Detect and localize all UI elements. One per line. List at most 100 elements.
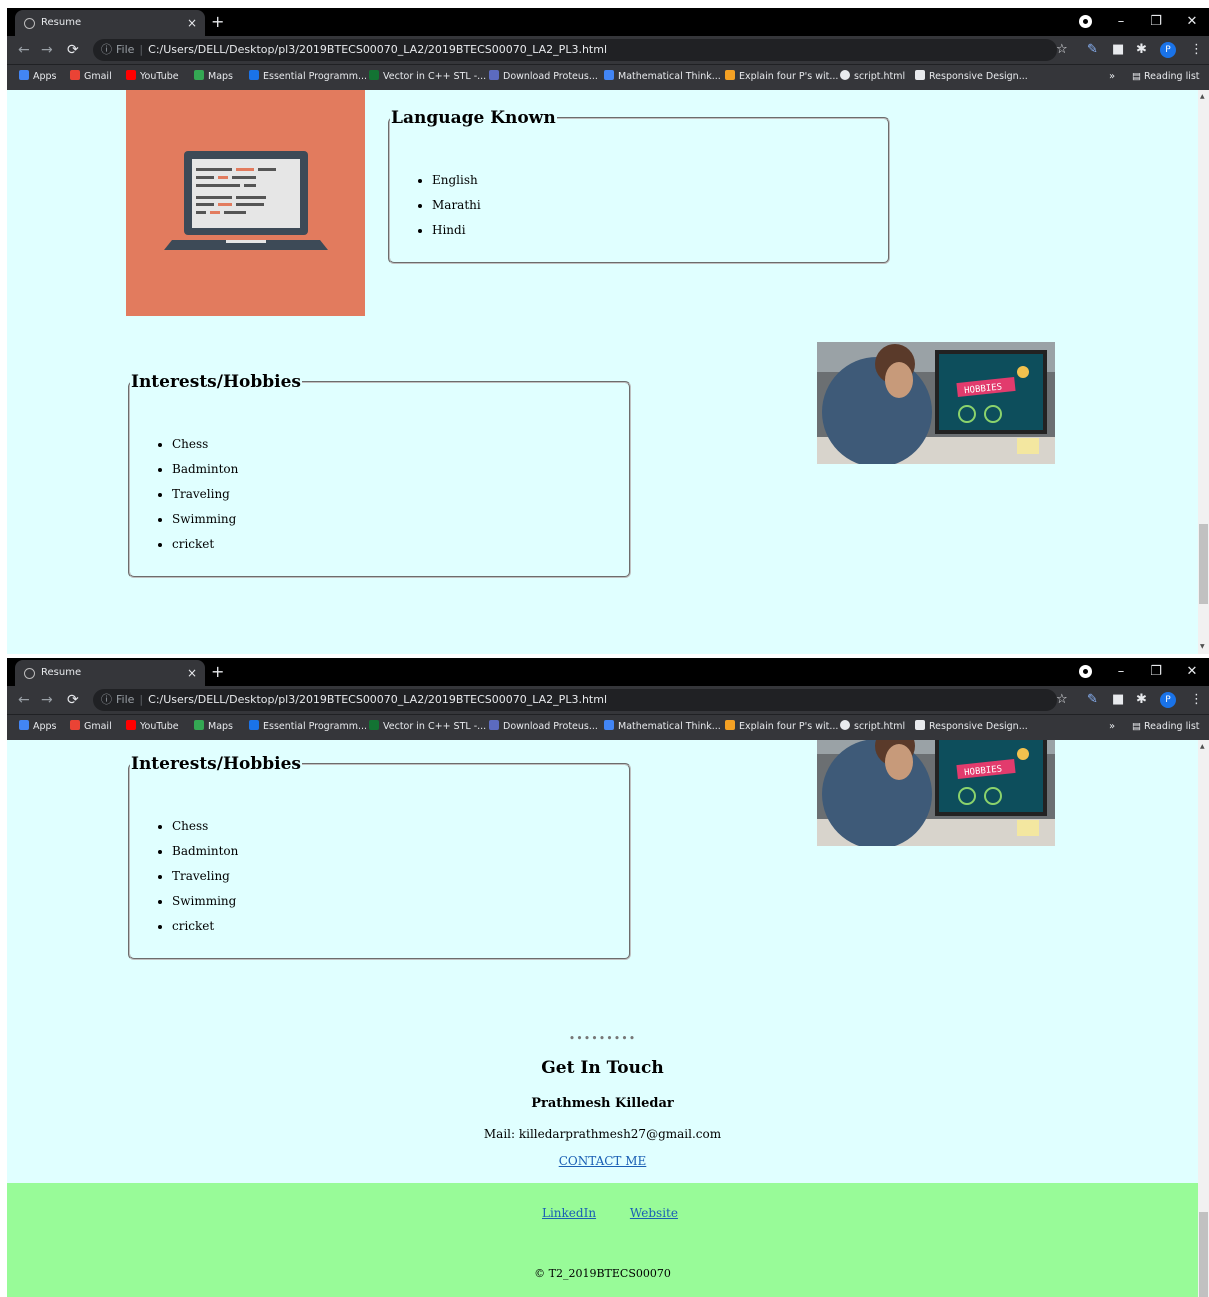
tab-close-icon[interactable]: × (187, 10, 197, 36)
bookmark-mathematical[interactable]: Mathematical Think... (604, 65, 721, 89)
bookmark-essential[interactable]: Essential Programm... (249, 65, 367, 89)
maps-icon (194, 70, 204, 80)
page-viewport: Interests/Hobbies Chess Badminton Travel… (7, 740, 1198, 1297)
hobbies-fieldset: Interests/Hobbies Chess Badminton Travel… (128, 372, 631, 578)
gmail-icon (70, 70, 80, 80)
minimize-button[interactable]: – (1104, 8, 1138, 36)
bookmarks-more-icon[interactable]: » (1109, 65, 1115, 89)
browser-chrome: Resume × + – ❐ ✕ ← → ⟳ ⓘ File | C:/Users/DE… (7, 8, 1209, 90)
reading-list-button[interactable]: ▤ Reading list (1132, 715, 1200, 739)
scrollbar[interactable]: ▲ ▼ (1198, 90, 1209, 654)
back-icon[interactable]: ← (18, 36, 30, 64)
apps-grid-icon (19, 720, 29, 730)
contact-me-link[interactable]: CONTACT ME (559, 1154, 647, 1168)
extension-square-icon[interactable]: ■ (1112, 36, 1124, 64)
bookmark-youtube[interactable]: YouTube (126, 65, 179, 89)
copyright-text: © T2_2019BTECS00070 (534, 1267, 671, 1280)
hobbies-legend: Interests/Hobbies (131, 372, 301, 392)
menu-kebab-icon[interactable]: ⋮ (1190, 686, 1203, 714)
bookmark-youtube[interactable]: YouTube (126, 715, 179, 739)
profile-indicator-icon[interactable] (1079, 665, 1092, 678)
scroll-down-icon[interactable]: ▼ (1200, 643, 1205, 650)
reload-icon[interactable]: ⟳ (67, 686, 79, 714)
star-icon[interactable]: ☆ (1056, 686, 1068, 714)
extension-square-icon[interactable]: ■ (1112, 686, 1124, 714)
bookmark-responsive[interactable]: Responsive Design... (915, 65, 1028, 89)
tab-close-icon[interactable]: × (187, 660, 197, 686)
reading-list-button[interactable]: ▤ Reading list (1132, 65, 1200, 89)
linkedin-link[interactable]: LinkedIn (542, 1206, 596, 1220)
list-item: Badminton (172, 839, 629, 864)
puzzle-icon[interactable]: ✱ (1136, 36, 1147, 64)
reload-icon[interactable]: ⟳ (67, 36, 79, 64)
minimize-button[interactable]: – (1104, 658, 1138, 686)
list-item: Chess (172, 814, 629, 839)
bookmark-gmail[interactable]: Gmail (70, 65, 112, 89)
toolbar: ← → ⟳ ⓘ File | C:/Users/DELL/Desktop/pl3/20… (7, 686, 1209, 714)
scroll-up-icon[interactable]: ▲ (1200, 93, 1205, 100)
bookmark-explain[interactable]: Explain four P's wit... (725, 715, 838, 739)
avatar[interactable]: P (1160, 42, 1176, 58)
bookmark-vector[interactable]: Vector in C++ STL -... (369, 65, 486, 89)
bookmark-proteus[interactable]: Download Proteus... (489, 65, 598, 89)
bookmark-essential[interactable]: Essential Programm... (249, 715, 367, 739)
footer-bar: LinkedIn Website © T2_2019BTECS00070 (7, 1183, 1198, 1297)
avatar[interactable]: P (1160, 692, 1176, 708)
bookmarks-more-icon[interactable]: » (1109, 715, 1115, 739)
info-icon[interactable]: ⓘ (101, 43, 112, 56)
close-window-button[interactable]: ✕ (1175, 658, 1209, 686)
hobbies-list: Chess Badminton Traveling Swimming crick… (130, 814, 629, 939)
profile-indicator-icon[interactable] (1079, 15, 1092, 28)
tab-title: Resume (41, 667, 82, 678)
star-icon[interactable]: ☆ (1056, 36, 1068, 64)
bookmark-maps[interactable]: Maps (194, 65, 233, 89)
bookmark-explain[interactable]: Explain four P's wit... (725, 65, 838, 89)
pen-extension-icon[interactable]: ✎ (1087, 686, 1098, 714)
address-bar[interactable]: ⓘ File | C:/Users/DELL/Desktop/pl3/2019BTEC… (93, 39, 1057, 61)
puzzle-icon[interactable]: ✱ (1136, 686, 1147, 714)
bookmark-apps[interactable]: Apps (19, 715, 57, 739)
scrollbar-thumb[interactable] (1199, 1212, 1208, 1297)
address-bar[interactable]: ⓘ File | C:/Users/DELL/Desktop/pl3/2019BTEC… (93, 689, 1057, 711)
hobbies-photo: HOBBIES (817, 740, 1055, 846)
website-link[interactable]: Website (630, 1206, 678, 1220)
question-icon (725, 720, 735, 730)
bookmark-gmail[interactable]: Gmail (70, 715, 112, 739)
hobbies-list: Chess Badminton Traveling Swimming crick… (130, 432, 629, 557)
restore-button[interactable]: ❐ (1139, 8, 1173, 36)
contact-mail: Mail: killedarprathmesh27@gmail.com (483, 1127, 722, 1141)
laptop-image (126, 90, 365, 316)
bookmark-script[interactable]: script.html (840, 65, 905, 89)
forward-icon[interactable]: → (41, 686, 53, 714)
tab-resume[interactable]: Resume × (15, 10, 205, 36)
bookmark-proteus[interactable]: Download Proteus... (489, 715, 598, 739)
list-item: Marathi (432, 193, 888, 218)
forward-icon[interactable]: → (41, 36, 53, 64)
bookmark-script[interactable]: script.html (840, 715, 905, 739)
scrollbar-thumb[interactable] (1199, 524, 1208, 604)
page-viewport: Language Known English Marathi Hindi Int… (7, 90, 1198, 654)
info-icon[interactable]: ⓘ (101, 693, 112, 706)
bookmark-apps[interactable]: Apps (19, 65, 57, 89)
restore-button[interactable]: ❐ (1139, 658, 1173, 686)
bookmark-mathematical[interactable]: Mathematical Think... (604, 715, 721, 739)
new-tab-button[interactable]: + (211, 660, 224, 684)
scroll-up-icon[interactable]: ▲ (1200, 743, 1205, 750)
tab-strip: Resume × + – ❐ ✕ (7, 658, 1209, 686)
dot-divider: ••••••••• (568, 1032, 637, 1045)
list-item: Swimming (172, 507, 629, 532)
new-tab-button[interactable]: + (211, 10, 224, 34)
bookmark-responsive[interactable]: Responsive Design... (915, 715, 1028, 739)
close-window-button[interactable]: ✕ (1175, 8, 1209, 36)
pen-extension-icon[interactable]: ✎ (1087, 36, 1098, 64)
list-item: Traveling (172, 864, 629, 889)
menu-kebab-icon[interactable]: ⋮ (1190, 36, 1203, 64)
bookmark-vector[interactable]: Vector in C++ STL -... (369, 715, 486, 739)
bookmark-maps[interactable]: Maps (194, 715, 233, 739)
scrollbar[interactable]: ▲ (1198, 740, 1209, 1297)
tab-resume[interactable]: Resume × (15, 660, 205, 686)
browser-chrome: Resume × + – ❐ ✕ ← → ⟳ ⓘ File | C:/Users/DE… (7, 658, 1209, 740)
list-item: cricket (172, 532, 629, 557)
list-item: Badminton (172, 457, 629, 482)
back-icon[interactable]: ← (18, 686, 30, 714)
